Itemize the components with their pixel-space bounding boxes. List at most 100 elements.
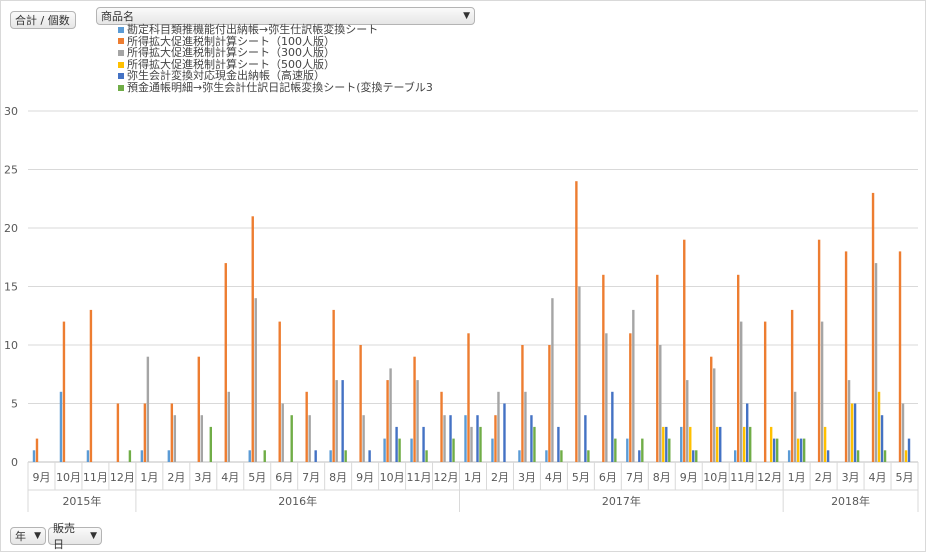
bar [802,438,806,462]
bar [305,391,308,462]
bar [575,181,578,462]
bar [251,216,254,462]
x-tick-label: 3月 [194,471,212,484]
bar [880,415,884,462]
bar [680,426,683,462]
x-tick-label: 12月 [110,471,135,484]
y-tick-label: 5 [11,398,18,411]
bar [530,415,533,462]
bar [641,438,644,462]
bar [763,321,767,462]
bar [665,426,668,462]
bar [545,450,548,462]
bar [281,403,284,462]
x-tick-label: 11月 [83,471,108,484]
bar [254,298,257,462]
year-label: 2015年 [62,494,101,508]
bar [464,415,467,462]
bar [140,450,144,462]
bar [476,415,479,462]
x-tick-label: 12月 [434,471,459,484]
year-filter-label: 年 [15,530,26,543]
x-tick-label: 11月 [407,471,432,484]
bar [548,345,551,462]
bar [793,391,797,462]
bar [898,251,902,462]
bar [395,426,398,462]
bar [332,309,335,462]
bar [614,438,617,462]
bar [86,450,90,462]
bar [524,391,527,462]
x-tick-label: 9月 [32,471,50,484]
bar [290,415,293,462]
bar [491,438,494,462]
bar [799,438,803,462]
bar [197,356,201,462]
bar [224,263,227,462]
x-tick-label: 6月 [275,471,293,484]
bar [904,450,908,462]
bar [626,438,629,462]
x-tick-label: 3月 [518,471,536,484]
bar [314,450,317,462]
bar [410,438,413,462]
x-tick-label: 11月 [730,471,755,484]
y-tick-label: 15 [4,281,18,294]
bar [823,426,827,462]
bar [817,239,821,462]
bar [143,403,147,462]
bar [416,380,419,462]
bar [710,356,713,462]
x-tick-label: 5月 [248,471,266,484]
bar [383,438,386,462]
bar [733,450,737,462]
bar [745,403,749,462]
y-tick-label: 20 [4,222,18,235]
bar [386,380,389,462]
bar [452,438,455,462]
bar-chart: 0510152025309月 10月 11月 12月 1月 2月 3月 4月 5月 6月 7月 8月 9… [4,105,919,512]
bar [443,415,446,462]
x-tick-label: 4月 [221,471,239,484]
year-label: 2017年 [602,494,641,508]
bar [736,274,740,462]
bar [479,426,482,462]
x-tick-label: 3月 [842,471,860,484]
bar [668,438,671,462]
bar [683,239,686,462]
year-filter-button[interactable]: 年 ▼ [10,527,46,545]
date-filter-button[interactable]: 販売日 ▼ [48,522,102,551]
x-tick-label: 2月 [167,471,185,484]
bar [227,391,230,462]
bar [359,345,362,462]
bar [470,426,473,462]
bar [871,192,875,462]
bar [748,426,752,462]
bar [146,356,150,462]
bar [820,321,824,462]
bar [89,309,93,462]
bar [689,426,692,462]
x-tick-label: 1月 [140,471,158,484]
bar [605,333,608,462]
bar [611,391,614,462]
x-tick-label: 10月 [380,471,405,484]
bar [796,438,800,462]
x-tick-label: 7月 [302,471,320,484]
bar [853,403,857,462]
bar [170,403,174,462]
bar [557,426,560,462]
bar [32,450,36,462]
x-tick-label: 8月 [329,471,347,484]
bar [440,391,443,462]
y-tick-label: 25 [4,164,18,177]
bar [59,391,63,462]
bar [856,450,860,462]
bar [713,368,716,462]
bar [248,450,251,462]
bar [629,333,632,462]
x-tick-label: 8月 [653,471,671,484]
bar [907,438,911,462]
bar [209,426,213,462]
